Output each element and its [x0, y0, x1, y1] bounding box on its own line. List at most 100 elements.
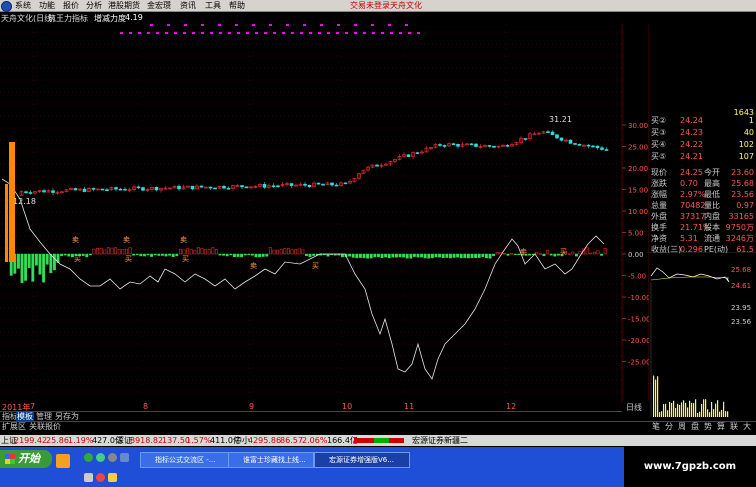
histogram-bar — [506, 253, 510, 256]
stat-label: 现价 — [651, 168, 667, 177]
menu-news[interactable]: 资讯 — [180, 0, 196, 11]
stat-value-2: 25.68 — [731, 179, 754, 188]
histogram-bar — [240, 253, 244, 258]
candle-body — [222, 185, 226, 189]
menu-help[interactable]: 帮助 — [229, 0, 245, 11]
desktop-icon[interactable] — [120, 453, 129, 462]
tool-icon[interactable]: 盘 — [690, 422, 700, 432]
histogram-bar — [466, 253, 470, 259]
histogram-bar — [128, 247, 132, 255]
histogram-bar — [340, 253, 344, 258]
price-axis-tick: 25.00 — [628, 144, 648, 152]
signal-dot — [309, 32, 312, 34]
histogram-bar — [398, 253, 402, 258]
indicator-line — [1, 178, 605, 380]
signal-dot — [282, 32, 285, 34]
histogram-bar — [247, 253, 251, 256]
tool-icon[interactable]: 联 — [729, 422, 739, 432]
candle-body — [465, 143, 469, 146]
trade-signal-marker: 买 — [125, 255, 132, 263]
signal-dot — [303, 24, 306, 26]
signal-dot — [291, 32, 294, 34]
candle-body — [532, 133, 537, 136]
mini-volume-bar — [687, 407, 689, 417]
menu-hk-futures[interactable]: 港股期货 — [108, 0, 140, 11]
price-chart[interactable]: 31.21 12.18 卖买卖买卖买卖 买卖买 30.0025.0020.0015… — [0, 24, 649, 402]
menu-analysis[interactable]: 分析 — [86, 0, 102, 11]
signal-dot — [264, 32, 267, 34]
histogram-bar — [369, 253, 373, 259]
tool-icon[interactable]: 周 — [677, 422, 687, 432]
histogram-bar — [301, 249, 305, 255]
order-price: 24.23 — [680, 128, 703, 137]
histogram-bar — [423, 253, 427, 259]
media-icon[interactable] — [96, 453, 105, 462]
histogram-bar — [168, 253, 172, 256]
order-label: 买⑤ — [651, 152, 667, 161]
candle-body — [213, 187, 217, 190]
histogram-bar — [477, 253, 481, 258]
signal-dot — [255, 32, 258, 34]
histogram-bar — [294, 249, 298, 255]
candle-body — [415, 152, 420, 154]
buy-sell-markers: 卖买卖买卖买卖 买卖买 — [72, 236, 567, 270]
login-status[interactable]: 交易未登录 — [350, 0, 390, 11]
menu-function[interactable]: 功能 — [39, 0, 55, 11]
tool-icon[interactable]: 势 — [703, 422, 713, 432]
tool-icon[interactable]: 笔 — [651, 422, 661, 432]
histogram-bar — [164, 253, 168, 257]
histogram-bar — [38, 253, 42, 275]
quick-launch-icon[interactable] — [56, 454, 70, 468]
sh-pct: 1.19% — [68, 436, 94, 445]
intraday-mini-chart[interactable]: 25.68 24.61 23.95 23.56 — [649, 252, 756, 417]
stat-value-2: 23.56 — [731, 190, 754, 199]
histogram-bar — [31, 253, 35, 282]
tab-daily[interactable]: 日线 — [626, 402, 649, 412]
histogram-bar — [452, 253, 456, 258]
tool-icon[interactable]: 分 — [664, 422, 674, 432]
candle-body — [586, 144, 591, 147]
mini-volume-bar — [693, 403, 695, 417]
tool-icon[interactable]: 算 — [716, 422, 726, 432]
candle-body — [136, 186, 141, 189]
task-broker-app[interactable]: 宏源证券增强版V6... — [314, 452, 410, 468]
histogram-bar — [211, 247, 215, 255]
candle-body — [505, 145, 510, 147]
candle-body — [523, 138, 528, 140]
histogram-bar — [189, 249, 193, 255]
price-axis-tick: -15.00 — [628, 316, 649, 324]
mini-volume-bar — [657, 376, 659, 417]
menu-jinhongzan[interactable]: 金宏瓒 — [147, 0, 171, 11]
tool-icon[interactable]: 大 — [742, 422, 752, 432]
ie-icon[interactable] — [84, 453, 93, 462]
mini-volume-bar — [671, 403, 673, 417]
tab-related-quote[interactable]: 关联报价 — [28, 422, 62, 432]
histogram-bar — [20, 253, 24, 283]
price-axis-tick: 5.00 — [628, 230, 644, 238]
menu-quote[interactable]: 报价 — [63, 0, 79, 11]
histogram-bar — [214, 249, 218, 255]
metric-value: 4.19 — [125, 13, 143, 22]
date-aug: 8 — [143, 402, 149, 411]
settings-icon[interactable] — [108, 453, 117, 462]
mini-volume-bar — [721, 410, 723, 417]
quote-stat-row: 总量 70482 量比 0.97 — [649, 201, 756, 211]
signal-dot — [228, 32, 231, 34]
brand-name: 天舟文化 — [390, 1, 422, 10]
task-collection[interactable]: 谁富士珍藏找上线... — [228, 452, 314, 468]
stat-label-2: 股本 — [704, 223, 720, 232]
mini-volume-bar — [705, 399, 707, 417]
quick-launch-icon-2[interactable] — [84, 473, 93, 482]
tool-icons-bar: 笔分周盘势算联大 — [649, 422, 756, 432]
menu-system[interactable]: 系统 — [15, 0, 31, 11]
histogram-bar — [600, 253, 604, 256]
quick-launch-icon-3[interactable] — [96, 473, 105, 482]
trade-signal-marker: 买 — [312, 262, 319, 270]
quick-launch-icon-4[interactable] — [108, 473, 117, 482]
histogram-bar — [135, 253, 139, 256]
tab-extension-area[interactable]: 扩展区 — [1, 422, 27, 432]
signal-dot — [372, 32, 375, 34]
sh-value: 2199.42 — [14, 436, 48, 445]
start-button[interactable]: 开始 — [0, 450, 52, 468]
menu-tools[interactable]: 工具 — [205, 0, 221, 11]
